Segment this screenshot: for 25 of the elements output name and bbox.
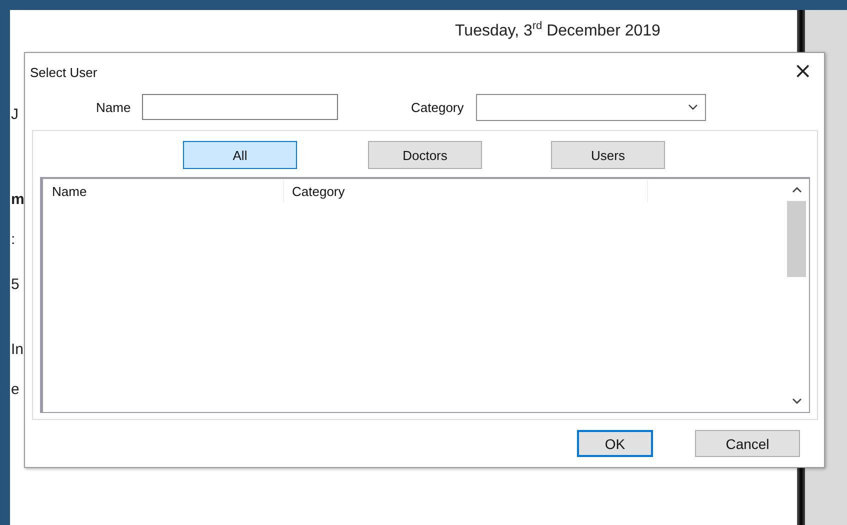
document-text: e [11, 381, 20, 399]
filter-button[interactable]: Doctors [368, 141, 482, 169]
scroll-up-icon[interactable] [792, 187, 802, 193]
scroll-thumb[interactable] [787, 201, 806, 277]
ok-button[interactable]: OK [577, 430, 653, 457]
filter-button[interactable]: All [183, 141, 297, 169]
scrollbar[interactable] [787, 187, 806, 404]
date-heading: Tuesday, 3$^{rd}$ December 2019 [455, 20, 660, 40]
column-header[interactable]: Category [284, 180, 648, 202]
column-header[interactable]: Name [43, 180, 284, 202]
filter-button[interactable]: Users [551, 141, 665, 169]
field-label: Category [411, 100, 465, 114]
document-text: J [11, 106, 18, 124]
document-text: 5 [11, 276, 20, 294]
name-field[interactable] [142, 94, 338, 120]
field-label: Name [96, 100, 132, 114]
dialog-title: Select User [30, 64, 98, 80]
document-text: m [11, 191, 24, 209]
caret-icon [688, 104, 698, 110]
category-dropdown[interactable] [476, 94, 706, 120]
cancel-button[interactable]: Cancel [695, 430, 800, 457]
close-button[interactable]: × [788, 61, 818, 83]
document-text: : [11, 231, 16, 249]
document-text: In [11, 341, 24, 359]
scroll-down-icon[interactable] [792, 398, 802, 404]
